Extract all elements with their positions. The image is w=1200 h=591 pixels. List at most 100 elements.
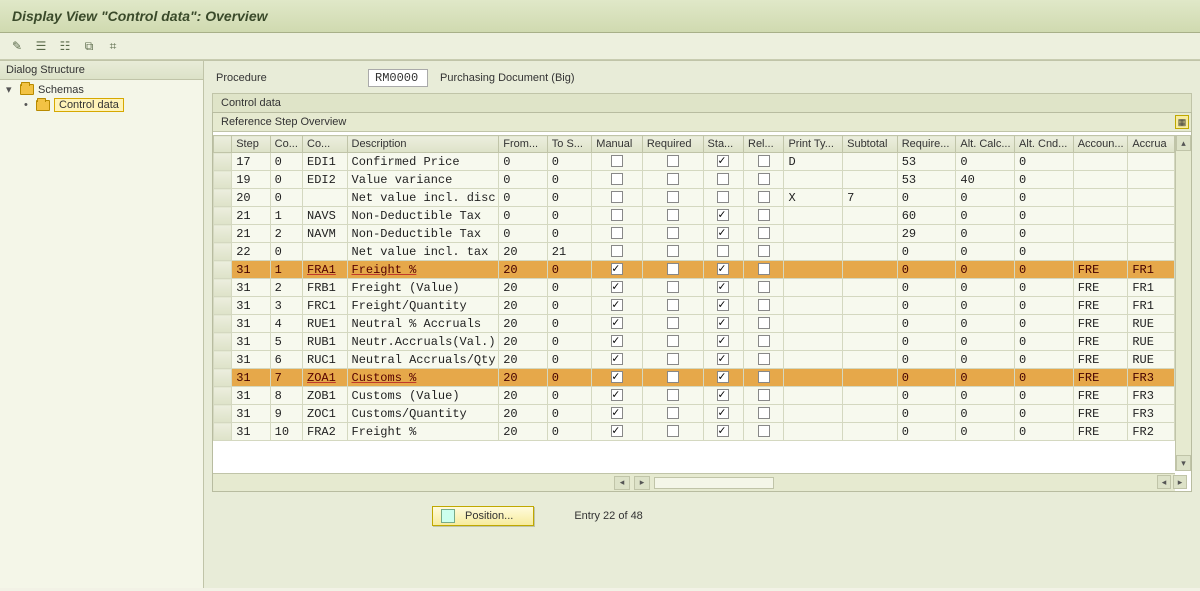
hscroll-track[interactable] <box>654 477 774 489</box>
cell-altcnd[interactable]: 0 <box>1015 351 1074 369</box>
cell-to[interactable]: 0 <box>547 387 592 405</box>
cell-accrual[interactable] <box>1128 207 1175 225</box>
checkbox[interactable] <box>758 317 770 329</box>
cell-to[interactable]: 21 <box>547 243 592 261</box>
table-row[interactable]: 311FRA1Freight %200000FREFR1 <box>214 261 1175 279</box>
cell-from[interactable]: 20 <box>499 387 548 405</box>
cell-step[interactable]: 31 <box>232 333 270 351</box>
cell-altcnd[interactable]: 0 <box>1015 315 1074 333</box>
table-expand-icon[interactable]: ⧉ <box>80 37 98 55</box>
checkbox[interactable] <box>758 263 770 275</box>
cell-counter[interactable]: 2 <box>270 279 302 297</box>
cell-requirement[interactable]: 0 <box>897 315 956 333</box>
cell-required[interactable] <box>642 315 703 333</box>
checkbox[interactable] <box>611 317 623 329</box>
cell-cond-type[interactable]: FRB1 <box>303 279 348 297</box>
cell-to[interactable]: 0 <box>547 189 592 207</box>
cell-statistics[interactable] <box>703 369 743 387</box>
table-row[interactable]: 316RUC1Neutral Accruals/Qty200000FRERUE <box>214 351 1175 369</box>
cell-subtotal[interactable] <box>843 261 898 279</box>
cell-cond-type[interactable]: NAVM <box>303 225 348 243</box>
cell-statistics[interactable] <box>703 279 743 297</box>
cell-from[interactable]: 20 <box>499 261 548 279</box>
cell-account[interactable]: FRE <box>1073 261 1128 279</box>
cell-accrual[interactable]: FR3 <box>1128 387 1175 405</box>
column-header[interactable]: Alt. Cnd... <box>1015 136 1074 153</box>
cell-accrual[interactable]: RUE <box>1128 315 1175 333</box>
scroll-down-icon[interactable]: ▾ <box>1176 455 1191 471</box>
checkbox[interactable] <box>611 245 623 257</box>
row-handle[interactable] <box>214 153 232 171</box>
cell-relevant[interactable] <box>744 279 784 297</box>
cell-to[interactable]: 0 <box>547 351 592 369</box>
cell-from[interactable]: 0 <box>499 207 548 225</box>
column-header[interactable]: Step <box>232 136 270 153</box>
cell-print[interactable] <box>784 297 843 315</box>
cell-manual[interactable] <box>592 153 643 171</box>
cell-from[interactable]: 20 <box>499 243 548 261</box>
cell-statistics[interactable] <box>703 171 743 189</box>
cell-counter[interactable]: 3 <box>270 297 302 315</box>
cell-print[interactable] <box>784 387 843 405</box>
cell-from[interactable]: 0 <box>499 153 548 171</box>
cell-print[interactable] <box>784 333 843 351</box>
cell-relevant[interactable] <box>744 261 784 279</box>
cell-manual[interactable] <box>592 189 643 207</box>
column-header[interactable]: Co... <box>270 136 302 153</box>
table-row[interactable]: 314RUE1Neutral % Accruals200000FRERUE <box>214 315 1175 333</box>
cell-manual[interactable] <box>592 225 643 243</box>
checkbox[interactable] <box>611 371 623 383</box>
cell-step[interactable]: 17 <box>232 153 270 171</box>
checkbox[interactable] <box>758 425 770 437</box>
cell-description[interactable]: Non-Deductible Tax <box>347 225 499 243</box>
cell-account[interactable]: FRE <box>1073 351 1128 369</box>
row-handle[interactable] <box>214 261 232 279</box>
checkbox[interactable] <box>611 353 623 365</box>
cell-subtotal[interactable]: 7 <box>843 189 898 207</box>
table-row[interactable]: 212NAVMNon-Deductible Tax002900 <box>214 225 1175 243</box>
checkbox[interactable] <box>717 335 729 347</box>
cell-altcnd[interactable]: 0 <box>1015 297 1074 315</box>
cell-step[interactable]: 21 <box>232 207 270 225</box>
checkbox[interactable] <box>611 335 623 347</box>
table-row[interactable]: 200Net value incl. disc.00X7000 <box>214 189 1175 207</box>
checkbox[interactable] <box>717 299 729 311</box>
column-header[interactable]: Co... <box>303 136 348 153</box>
row-handle[interactable] <box>214 297 232 315</box>
cell-requirement[interactable]: 29 <box>897 225 956 243</box>
cell-manual[interactable] <box>592 297 643 315</box>
cell-accrual[interactable]: FR2 <box>1128 423 1175 441</box>
cell-manual[interactable] <box>592 315 643 333</box>
cell-account[interactable]: FRE <box>1073 369 1128 387</box>
cell-step[interactable]: 31 <box>232 315 270 333</box>
table-tree-icon[interactable]: ☰ <box>32 37 50 55</box>
cell-manual[interactable] <box>592 261 643 279</box>
cell-account[interactable] <box>1073 243 1128 261</box>
cell-step[interactable]: 31 <box>232 351 270 369</box>
column-header[interactable]: Accoun... <box>1073 136 1128 153</box>
cell-print[interactable] <box>784 351 843 369</box>
cell-print[interactable] <box>784 279 843 297</box>
checkbox[interactable] <box>611 281 623 293</box>
checkbox[interactable] <box>667 281 679 293</box>
checkbox[interactable] <box>758 227 770 239</box>
checkbox[interactable] <box>758 335 770 347</box>
checkbox[interactable] <box>758 173 770 185</box>
cell-account[interactable]: FRE <box>1073 387 1128 405</box>
cell-statistics[interactable] <box>703 405 743 423</box>
checkbox[interactable] <box>717 317 729 329</box>
cell-account[interactable] <box>1073 153 1128 171</box>
cell-altcnd[interactable]: 0 <box>1015 369 1074 387</box>
row-handle[interactable] <box>214 189 232 207</box>
column-header[interactable]: Accrua <box>1128 136 1175 153</box>
cell-relevant[interactable] <box>744 153 784 171</box>
checkbox[interactable] <box>611 425 623 437</box>
cell-accrual[interactable]: FR1 <box>1128 261 1175 279</box>
row-handle[interactable] <box>214 315 232 333</box>
cell-accrual[interactable]: FR1 <box>1128 279 1175 297</box>
cell-relevant[interactable] <box>744 243 784 261</box>
checkbox[interactable] <box>717 155 729 167</box>
cell-print[interactable] <box>784 405 843 423</box>
table-row[interactable]: 312FRB1Freight (Value)200000FREFR1 <box>214 279 1175 297</box>
cell-required[interactable] <box>642 153 703 171</box>
